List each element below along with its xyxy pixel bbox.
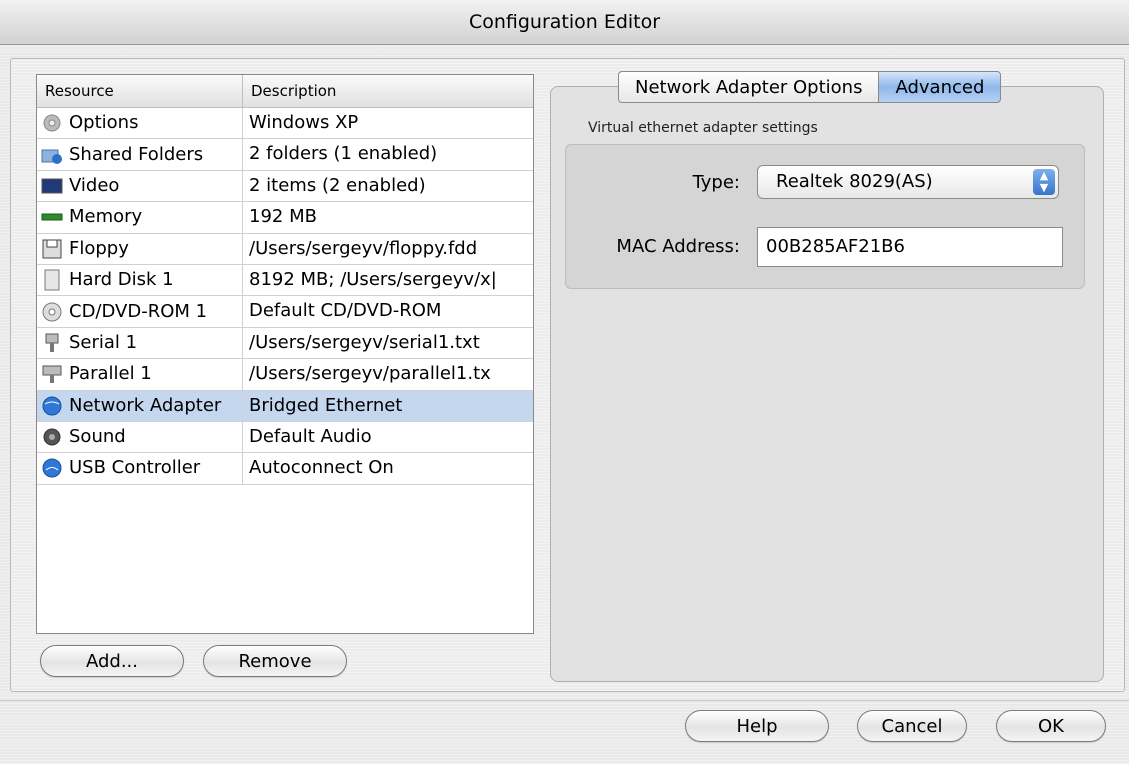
help-button[interactable]: Help — [685, 710, 829, 742]
cd-icon — [41, 301, 63, 323]
table-row[interactable]: Video 2 items (2 enabled) — [37, 170, 533, 203]
description-cell: Default CD/DVD-ROM — [249, 300, 442, 322]
tab-bar: Network Adapter Options Advanced — [618, 71, 1002, 103]
type-select[interactable]: Realtek 8029(AS) ▲ ▼ — [757, 165, 1059, 199]
resource-cell: Memory — [37, 202, 243, 233]
table-row[interactable]: Floppy/Users/sergeyv/floppy.fdd — [37, 233, 533, 265]
hard-disk-icon — [41, 269, 63, 291]
memory-icon — [41, 206, 63, 228]
serial-port-icon — [41, 332, 63, 354]
tab-advanced[interactable]: Advanced — [878, 71, 1002, 103]
resource-cell: Floppy — [37, 233, 243, 264]
divider — [0, 700, 1129, 701]
shared-folder-icon — [41, 144, 63, 166]
window-titlebar[interactable]: Configuration Editor — [0, 0, 1129, 45]
resource-name: Video — [69, 174, 120, 196]
resource-cell: Network Adapter — [37, 390, 243, 421]
mac-address-label: MAC Address: — [616, 236, 740, 257]
resource-cell: Video — [37, 170, 243, 202]
resource-name: CD/DVD-ROM 1 — [69, 300, 208, 322]
monitor-icon — [41, 175, 63, 197]
resource-cell: CD/DVD-ROM 1 — [37, 296, 243, 327]
description-cell: /Users/sergeyv/parallel1.tx — [249, 363, 491, 385]
resource-name: Serial 1 — [69, 331, 138, 353]
column-header-resource[interactable]: Resource — [37, 75, 243, 107]
resource-name: Shared Folders — [69, 143, 204, 165]
speaker-icon — [41, 426, 63, 448]
floppy-icon — [41, 238, 63, 260]
description-cell: 2 folders (1 enabled) — [249, 143, 438, 165]
resource-table[interactable]: Resource Description Options Windows XP Sh… — [36, 74, 534, 634]
resource-name: Memory — [69, 206, 143, 228]
description-cell: Bridged Ethernet — [249, 394, 403, 416]
table-row[interactable]: Parallel 1/Users/sergeyv/parallel1.tx — [37, 359, 533, 391]
table-row[interactable]: Sound Default Audio — [37, 421, 533, 454]
description-cell: 2 items (2 enabled) — [249, 174, 426, 196]
description-cell: 8192 MB; /Users/sergeyv/x| — [249, 268, 497, 290]
resource-cell: Parallel 1 — [37, 359, 243, 390]
resource-cell: Options — [37, 108, 243, 139]
table-row[interactable]: Hard Disk 1 8192 MB; /Users/sergeyv/x| — [37, 264, 533, 297]
ok-button[interactable]: OK — [996, 710, 1106, 742]
mac-address-field[interactable]: 00B285AF21B6 — [757, 227, 1063, 267]
group-label: Virtual ethernet adapter settings — [588, 120, 818, 136]
cancel-button[interactable]: Cancel — [857, 710, 967, 742]
window-title: Configuration Editor — [468, 11, 661, 33]
type-label: Type: — [692, 172, 740, 193]
gear-icon — [41, 112, 63, 134]
table-row[interactable]: Network Adapter Bridged Ethernet — [37, 390, 533, 422]
network-globe-icon — [41, 395, 63, 417]
description-cell: /Users/sergeyv/floppy.fdd — [249, 237, 478, 259]
parallel-port-icon — [41, 363, 63, 385]
resource-cell: USB Controller — [37, 453, 243, 484]
resource-name: Sound — [69, 426, 126, 448]
resource-cell: Sound — [37, 421, 243, 453]
resource-name: Parallel 1 — [69, 363, 152, 385]
table-row[interactable]: Serial 1/Users/sergeyv/serial1.txt — [37, 327, 533, 360]
resource-name: Options — [69, 112, 139, 134]
resource-cell: Serial 1 — [37, 327, 243, 359]
resource-name: Hard Disk 1 — [69, 269, 174, 291]
usb-globe-icon — [41, 457, 63, 479]
table-row[interactable]: USB Controller Autoconnect On — [37, 453, 533, 485]
resource-name: USB Controller — [69, 457, 201, 479]
type-select-value: Realtek 8029(AS) — [776, 171, 933, 192]
table-row[interactable]: Memory 192 MB — [37, 202, 533, 234]
table-row[interactable]: Options Windows XP — [37, 108, 533, 140]
description-cell: 192 MB — [249, 206, 317, 228]
resource-cell: Hard Disk 1 — [37, 264, 243, 296]
description-cell: Windows XP — [249, 112, 359, 133]
table-row[interactable]: Shared Folders 2 folders (1 enabled) — [37, 139, 533, 171]
column-header-description[interactable]: Description — [243, 75, 533, 107]
resource-name: Network Adapter — [69, 394, 222, 416]
remove-button[interactable]: Remove — [203, 645, 347, 677]
description-cell: Autoconnect On — [249, 457, 394, 479]
table-header: Resource Description — [37, 75, 533, 108]
resource-cell: Shared Folders — [37, 139, 243, 170]
description-cell: /Users/sergeyv/serial1.txt — [249, 331, 480, 353]
resource-name: Floppy — [69, 237, 129, 259]
tab-network-adapter-options[interactable]: Network Adapter Options — [618, 71, 879, 103]
description-cell: Default Audio — [249, 425, 372, 447]
add-button[interactable]: Add... — [40, 645, 184, 677]
select-arrows-icon: ▲ ▼ — [1033, 169, 1055, 195]
table-row[interactable]: CD/DVD-ROM 1 Default CD/DVD-ROM — [37, 296, 533, 328]
